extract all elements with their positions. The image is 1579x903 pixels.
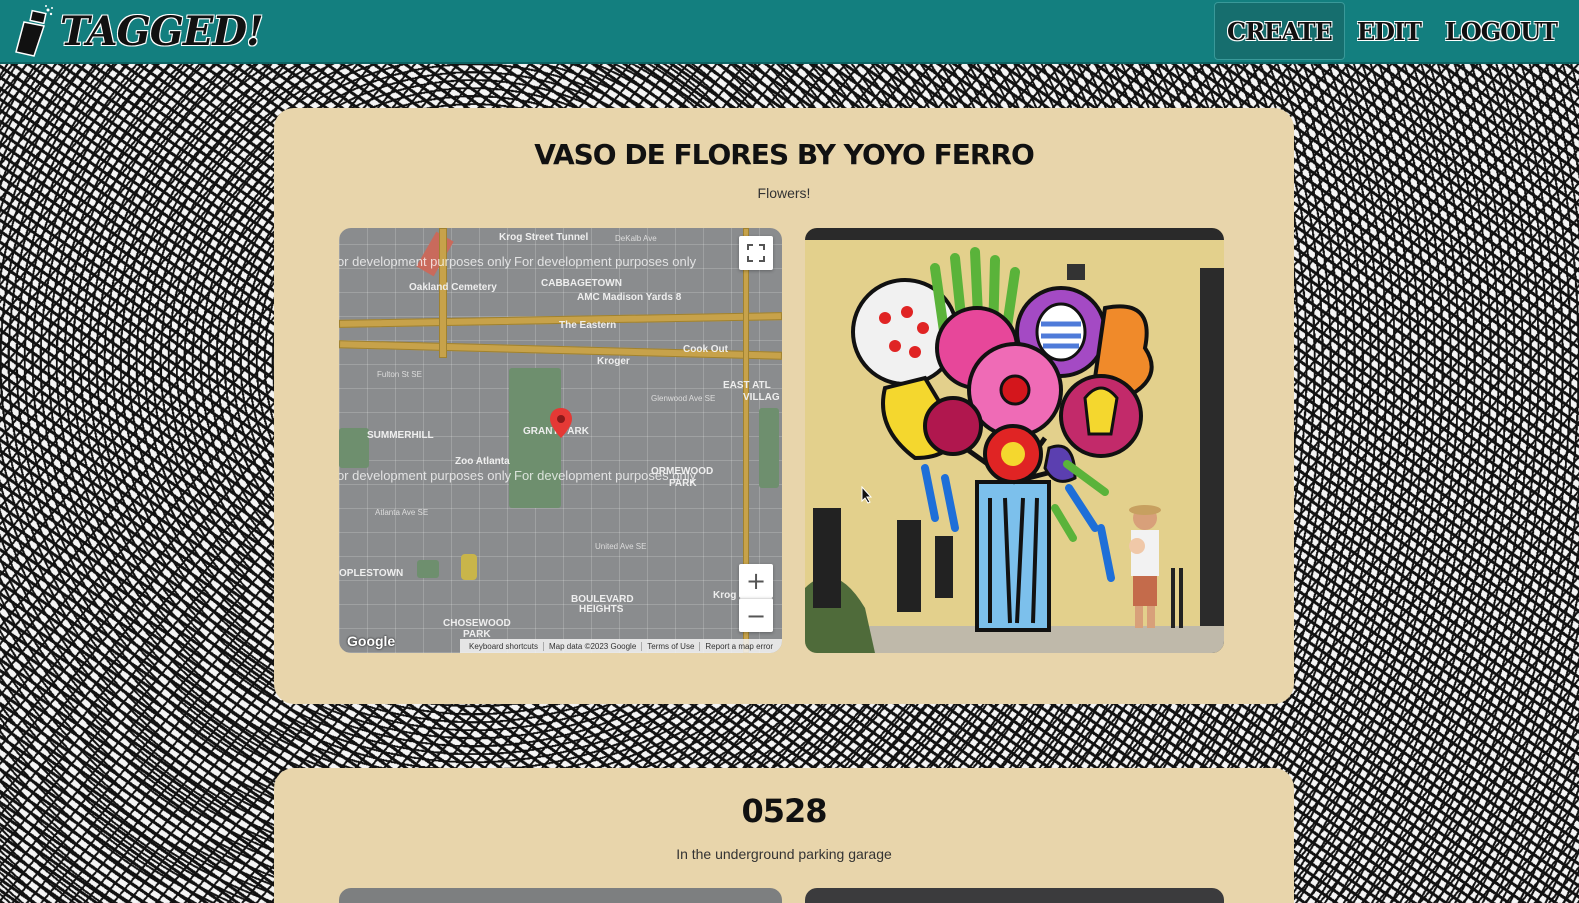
google-logo: Google (347, 633, 396, 649)
mural-photo (805, 228, 1224, 653)
map-label: Cook Out (683, 344, 728, 355)
map-freeway (439, 228, 447, 358)
map-widget[interactable]: Krog Street Tunnel DeKalb Ave Oakland Ce… (339, 228, 782, 653)
map-label: Atlanta Ave SE (375, 508, 429, 517)
map-label: The Eastern (559, 320, 617, 331)
brand[interactable]: TAGGED! (0, 0, 264, 63)
map-label: VILLAG (743, 392, 780, 403)
map-label: EAST ATL (723, 380, 771, 391)
map-park (417, 560, 439, 578)
post-title: VASO DE FLORES BY YOYO FERRO (534, 138, 1035, 171)
post-title: 0528 (741, 792, 827, 830)
post-media: Krog Street Tunnel DeKalb Ave Oakland Ce… (339, 228, 1224, 653)
map-label: United Ave SE (595, 542, 647, 551)
map-watermark: For development purposes only (339, 468, 512, 483)
map-label: Fulton St SE (377, 370, 422, 379)
map-label: Oakland Cemetery (409, 282, 497, 293)
map-label: CHOSEWOOD (443, 618, 511, 629)
map-label: Glenwood Ave SE (651, 394, 716, 403)
nav-logout-link[interactable]: LOGOUT (1433, 0, 1569, 63)
nav-links: CREATE EDIT LOGOUT (1214, 0, 1579, 63)
post-photo (805, 888, 1224, 903)
brand-title: TAGGED! (60, 7, 264, 55)
post-card: 0528 In the underground parking garage (274, 768, 1294, 903)
fullscreen-icon (747, 244, 765, 262)
navbar: TAGGED! CREATE EDIT LOGOUT (0, 0, 1579, 64)
map-footer: Keyboard shortcuts Map data ©2023 Google… (460, 639, 782, 653)
map-label: Kroger (597, 356, 630, 367)
map-watermark: For development purposes only (514, 468, 697, 483)
map-watermark: For development purposes only (339, 254, 512, 269)
map-label: HEIGHTS (579, 604, 624, 615)
nav-edit-link[interactable]: EDIT (1345, 0, 1433, 63)
map-landmark (461, 554, 477, 580)
map-park (339, 428, 369, 468)
post-card: VASO DE FLORES BY YOYO FERRO Flowers! Kr… (274, 108, 1294, 704)
map-marker-icon[interactable] (550, 408, 572, 438)
mural-image (805, 228, 1224, 653)
map-label: SUMMERHILL (367, 430, 434, 441)
post-description: Flowers! (757, 185, 811, 201)
map-label: AMC Madison Yards 8 (577, 292, 682, 303)
map-label: Zoo Atlanta (455, 456, 510, 467)
map-label: Krog (713, 590, 737, 601)
post-description: In the underground parking garage (676, 846, 892, 862)
map-label: OPLESTOWN (339, 568, 404, 579)
map-widget[interactable] (339, 888, 782, 903)
map-park (759, 408, 779, 488)
map-label: CABBAGETOWN (541, 278, 622, 289)
spray-can-icon (15, 5, 53, 57)
map-data-credit: Map data ©2023 Google (542, 641, 641, 651)
map-fullscreen-button[interactable] (739, 236, 773, 270)
map-label: DeKalb Ave (615, 234, 657, 243)
map-terms-link[interactable]: Terms of Use (641, 641, 699, 651)
map-keyboard-shortcuts-link[interactable]: Keyboard shortcuts (464, 642, 543, 651)
map-label: Krog Street Tunnel (499, 232, 589, 243)
post-media (339, 888, 1224, 903)
map-park-grant (509, 368, 561, 508)
map-zoom-out-button[interactable]: − (739, 598, 773, 632)
mouse-cursor-icon (861, 486, 873, 504)
map-zoom-in-button[interactable]: + (739, 564, 773, 598)
map-report-error-link[interactable]: Report a map error (699, 641, 778, 651)
map-watermark: For development purposes only (514, 254, 697, 269)
nav-create-link[interactable]: CREATE (1214, 2, 1345, 60)
